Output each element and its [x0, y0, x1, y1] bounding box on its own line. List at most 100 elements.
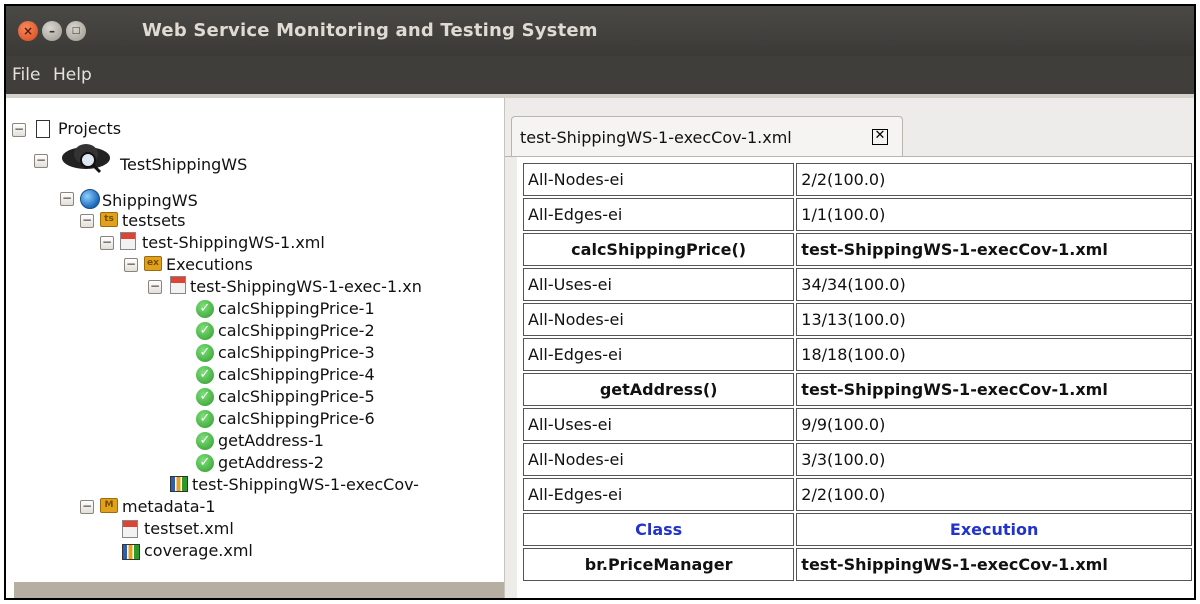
table-row: All-Edges-ei 2/2(100.0)	[523, 478, 1192, 511]
tree-item-testset-xml[interactable]: testset.xml	[144, 518, 234, 540]
tree-item-service[interactable]: ShippingWS	[102, 190, 198, 212]
value-cell: 18/18(100.0)	[796, 338, 1192, 371]
criterion-cell: All-Edges-ei	[523, 198, 795, 231]
collapse-toggle[interactable]: −	[124, 258, 138, 272]
passed-check-icon: ✓	[196, 388, 214, 406]
value-cell: 2/2(100.0)	[796, 478, 1192, 511]
selection-highlight	[14, 582, 504, 598]
tree-item-project[interactable]: TestShippingWS	[120, 154, 247, 176]
editor-area: test-ShippingWS-1-execCov-1.xml ✕ All-No…	[505, 98, 1194, 598]
value-cell: 13/13(100.0)	[796, 303, 1192, 336]
table-row: All-Edges-ei 18/18(100.0)	[523, 338, 1192, 371]
tree-item-coverage-exec[interactable]: test-ShippingWS-1-execCov-	[192, 474, 419, 496]
collapse-toggle[interactable]: −	[148, 280, 162, 294]
tree-item-metadata[interactable]: metadata-1	[122, 496, 216, 518]
passed-check-icon: ✓	[196, 366, 214, 384]
collapse-toggle[interactable]: −	[12, 123, 26, 137]
coverage-chart-icon	[122, 544, 140, 560]
file-cell: test-ShippingWS-1-execCov-1.xml	[796, 373, 1192, 406]
criterion-cell: All-Nodes-ei	[523, 163, 795, 196]
tree-item-result[interactable]: calcShippingPrice-3	[218, 342, 375, 364]
passed-check-icon: ✓	[196, 432, 214, 450]
tree-item-result[interactable]: getAddress-2	[218, 452, 324, 474]
tree-item-testsets[interactable]: testsets	[122, 210, 186, 232]
passed-check-icon: ✓	[196, 454, 214, 472]
value-cell: 2/2(100.0)	[796, 163, 1192, 196]
testsets-folder-icon: ts	[100, 212, 118, 227]
criterion-cell: All-Uses-ei	[523, 408, 795, 441]
table-row: All-Edges-ei 1/1(100.0)	[523, 198, 1192, 231]
table-row: All-Nodes-ei 13/13(100.0)	[523, 303, 1192, 336]
method-cell: calcShippingPrice()	[523, 233, 795, 266]
criterion-cell: All-Uses-ei	[523, 268, 795, 301]
class-header-row: Class Execution	[523, 513, 1192, 546]
coverage-table: All-Nodes-ei 2/2(100.0) All-Edges-ei 1/1(1…	[521, 161, 1194, 583]
passed-check-icon: ✓	[196, 300, 214, 318]
xml-file-icon	[120, 232, 136, 250]
table-row: All-Uses-ei 9/9(100.0)	[523, 408, 1192, 441]
criterion-cell: All-Edges-ei	[523, 338, 795, 371]
coverage-chart-icon	[170, 476, 188, 492]
maximize-window-button[interactable]: □	[66, 21, 86, 41]
title-bar: × – □ Web Service Monitoring and Testing…	[6, 6, 1194, 56]
tree-item-result[interactable]: calcShippingPrice-2	[218, 320, 375, 342]
class-column-header: Class	[523, 513, 795, 546]
project-tree: − Projects − TestShippingWS − ShippingWS…	[6, 98, 505, 598]
tree-item-result[interactable]: getAddress-1	[218, 430, 324, 452]
criterion-cell: All-Nodes-ei	[523, 303, 795, 336]
collapse-toggle[interactable]: −	[100, 236, 114, 250]
table-row: All-Nodes-ei 3/3(100.0)	[523, 443, 1192, 476]
tree-item-exec-file[interactable]: test-ShippingWS-1-exec-1.xn	[190, 276, 422, 298]
xml-file-icon	[122, 520, 138, 538]
executions-folder-icon: ex	[144, 256, 162, 271]
collapse-toggle[interactable]: −	[80, 500, 94, 514]
menu-help[interactable]: Help	[53, 65, 92, 85]
close-window-button[interactable]: ×	[18, 21, 38, 41]
value-cell: 9/9(100.0)	[796, 408, 1192, 441]
tree-item-coverage-xml[interactable]: coverage.xml	[144, 540, 253, 562]
window-title: Web Service Monitoring and Testing Syste…	[142, 20, 598, 41]
method-cell: getAddress()	[523, 373, 795, 406]
tab-coverage-file[interactable]: test-ShippingWS-1-execCov-1.xml ✕	[511, 116, 903, 158]
tree-item-result[interactable]: calcShippingPrice-4	[218, 364, 375, 386]
tree-item-executions[interactable]: Executions	[166, 254, 253, 276]
table-row: All-Nodes-ei 2/2(100.0)	[523, 163, 1192, 196]
menu-bar: File Help	[6, 56, 1194, 94]
app-window: × – □ Web Service Monitoring and Testing…	[4, 4, 1196, 600]
tree-item-result[interactable]: calcShippingPrice-1	[218, 298, 375, 320]
passed-check-icon: ✓	[196, 410, 214, 428]
menu-file[interactable]: File	[12, 65, 40, 85]
criterion-cell: All-Nodes-ei	[523, 443, 795, 476]
passed-check-icon: ✓	[196, 344, 214, 362]
xml-file-icon	[170, 276, 186, 294]
minimize-window-button[interactable]: –	[42, 21, 62, 41]
document-icon	[36, 120, 50, 138]
file-cell: test-ShippingWS-1-execCov-1.xml	[796, 233, 1192, 266]
collapse-toggle[interactable]: −	[80, 214, 94, 228]
value-cell: 1/1(100.0)	[796, 198, 1192, 231]
execution-column-header: Execution	[796, 513, 1192, 546]
tree-item-result[interactable]: calcShippingPrice-6	[218, 408, 375, 430]
content-gutter	[505, 157, 517, 598]
value-cell: 34/34(100.0)	[796, 268, 1192, 301]
class-cell: br.PriceManager	[523, 548, 795, 581]
close-tab-icon[interactable]: ✕	[872, 129, 888, 145]
passed-check-icon: ✓	[196, 322, 214, 340]
metadata-folder-icon: M	[100, 498, 118, 513]
project-spy-icon	[62, 144, 110, 174]
collapse-toggle[interactable]: −	[34, 154, 48, 168]
class-row: br.PriceManager test-ShippingWS-1-execCov…	[523, 548, 1192, 581]
file-cell: test-ShippingWS-1-execCov-1.xml	[796, 548, 1192, 581]
value-cell: 3/3(100.0)	[796, 443, 1192, 476]
method-header-row: getAddress() test-ShippingWS-1-execCov-1.…	[523, 373, 1192, 406]
method-header-row: calcShippingPrice() test-ShippingWS-1-exe…	[523, 233, 1192, 266]
criterion-cell: All-Edges-ei	[523, 478, 795, 511]
collapse-toggle[interactable]: −	[60, 192, 74, 206]
table-row: All-Uses-ei 34/34(100.0)	[523, 268, 1192, 301]
coverage-view: All-Nodes-ei 2/2(100.0) All-Edges-ei 1/1(1…	[505, 157, 1194, 598]
tree-item-projects[interactable]: Projects	[58, 118, 121, 140]
tab-label: test-ShippingWS-1-execCov-1.xml	[520, 128, 792, 147]
service-globe-icon	[80, 189, 100, 209]
tree-item-testset-file[interactable]: test-ShippingWS-1.xml	[142, 232, 325, 254]
tree-item-result[interactable]: calcShippingPrice-5	[218, 386, 375, 408]
